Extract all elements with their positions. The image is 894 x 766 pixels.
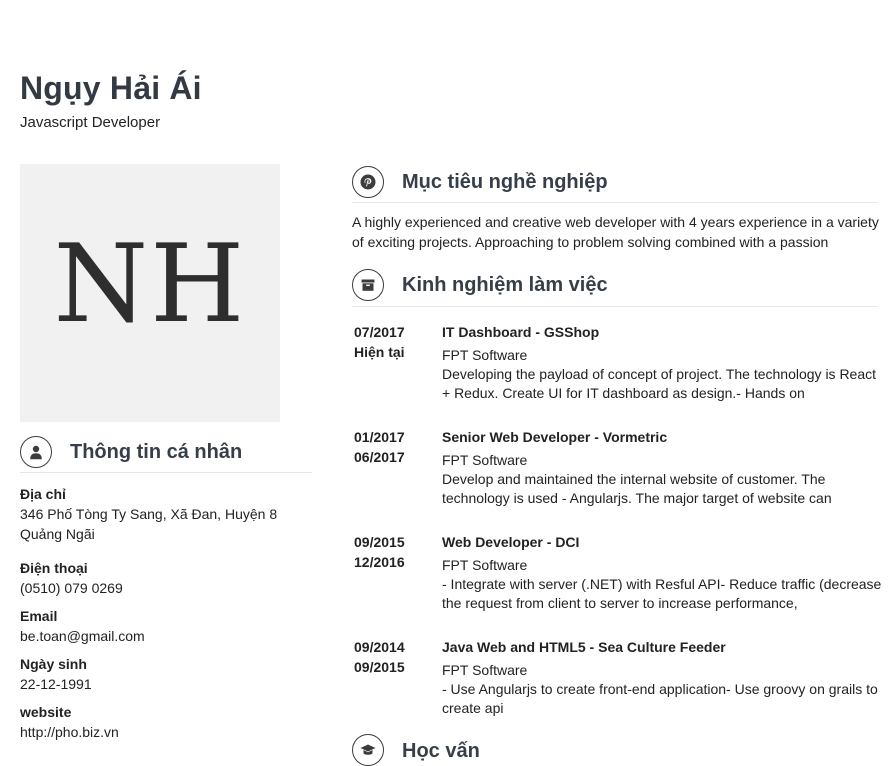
job-dates: 09/2015 12/2016 (354, 532, 434, 572)
website-link[interactable]: http://pho.biz.vn (20, 722, 310, 742)
personal-info-title: Thông tin cá nhân (70, 440, 243, 463)
job-start-date: 09/2014 (354, 639, 405, 655)
job-description: - Integrate with server (.NET) with Resf… (442, 576, 882, 611)
profile-role: Javascript Developer (20, 114, 161, 131)
website-field: website http://pho.biz.vn (20, 702, 310, 742)
profile-name: Ngụy Hải Ái (20, 70, 202, 106)
phone-field: Điện thoại (0510) 079 0269 (20, 558, 310, 598)
email-label: Email (20, 608, 58, 624)
avatar: NH (20, 164, 280, 422)
email-field: Email be.toan@gmail.com (20, 606, 310, 646)
job-dates: 09/2014 09/2015 (354, 637, 434, 677)
address-value: 346 Phố Tòng Ty Sang, Xã Đan, Huyện 8 Qu… (20, 506, 278, 542)
birthday-field: Ngày sinh 22-12-1991 (20, 654, 310, 694)
personal-info-header: Thông tin cá nhân (20, 432, 312, 473)
job-title: Senior Web Developer - Vormetric (442, 429, 668, 445)
address-field: Địa chỉ 346 Phố Tòng Ty Sang, Xã Đan, Hu… (20, 484, 310, 544)
address-label: Địa chỉ (20, 486, 66, 502)
education-title: Học vấn (402, 740, 480, 762)
birthday-value: 22-12-1991 (20, 676, 92, 692)
experience-title: Kinh nghiệm làm việc (402, 273, 608, 296)
job-body: Web Developer - DCI FPT Software - Integ… (442, 532, 882, 613)
job-company: FPT Software (442, 452, 528, 468)
phone-label: Điện thoại (20, 560, 88, 576)
pinterest-icon (352, 166, 384, 198)
website-label: website (20, 704, 72, 720)
job-start-date: 09/2015 (354, 534, 405, 550)
job-description: Developing the payload of concept of pro… (442, 366, 877, 401)
briefcase-icon (352, 269, 384, 301)
job-body: Senior Web Developer - Vormetric FPT Sof… (442, 427, 882, 508)
experience-header: Kinh nghiệm làm việc (352, 264, 878, 307)
job-end-date: 09/2015 (354, 659, 405, 675)
job-title: Web Developer - DCI (442, 534, 580, 550)
job-company: FPT Software (442, 347, 528, 363)
graduation-cap-icon (352, 734, 384, 766)
user-icon (20, 436, 52, 468)
job-title: IT Dashboard - GSShop (442, 324, 600, 340)
job-end-date: 12/2016 (354, 554, 405, 570)
job-title: Java Web and HTML5 - Sea Culture Feeder (442, 639, 726, 655)
job-dates: 01/2017 06/2017 (354, 427, 434, 467)
objective-text: A highly experienced and creative web de… (352, 214, 879, 250)
avatar-initials: NH (53, 222, 247, 347)
personal-info-list: Địa chỉ 346 Phố Tòng Ty Sang, Xã Đan, Hu… (20, 484, 310, 750)
job-body: Java Web and HTML5 - Sea Culture Feeder … (442, 637, 882, 718)
job-description: Develop and maintained the internal webs… (442, 471, 832, 506)
job-company: FPT Software (442, 662, 528, 678)
job-start-date: 01/2017 (354, 429, 405, 445)
job-body: IT Dashboard - GSShop FPT Software Devel… (442, 322, 882, 403)
objective-header: Mục tiêu nghề nghiệp (352, 162, 878, 203)
job-start-date: 07/2017 (354, 324, 405, 340)
objective-title: Mục tiêu nghề nghiệp (402, 170, 608, 193)
job-end-date: Hiện tại (354, 344, 405, 360)
job-company: FPT Software (442, 557, 528, 573)
birthday-label: Ngày sinh (20, 656, 87, 672)
job-end-date: 06/2017 (354, 449, 405, 465)
job-description: - Use Angularjs to create front-end appl… (442, 681, 878, 716)
job-dates: 07/2017 Hiện tại (354, 322, 434, 362)
phone-value: (0510) 079 0269 (20, 580, 123, 596)
education-header: Học vấn (352, 734, 480, 766)
email-value[interactable]: be.toan@gmail.com (20, 626, 310, 646)
